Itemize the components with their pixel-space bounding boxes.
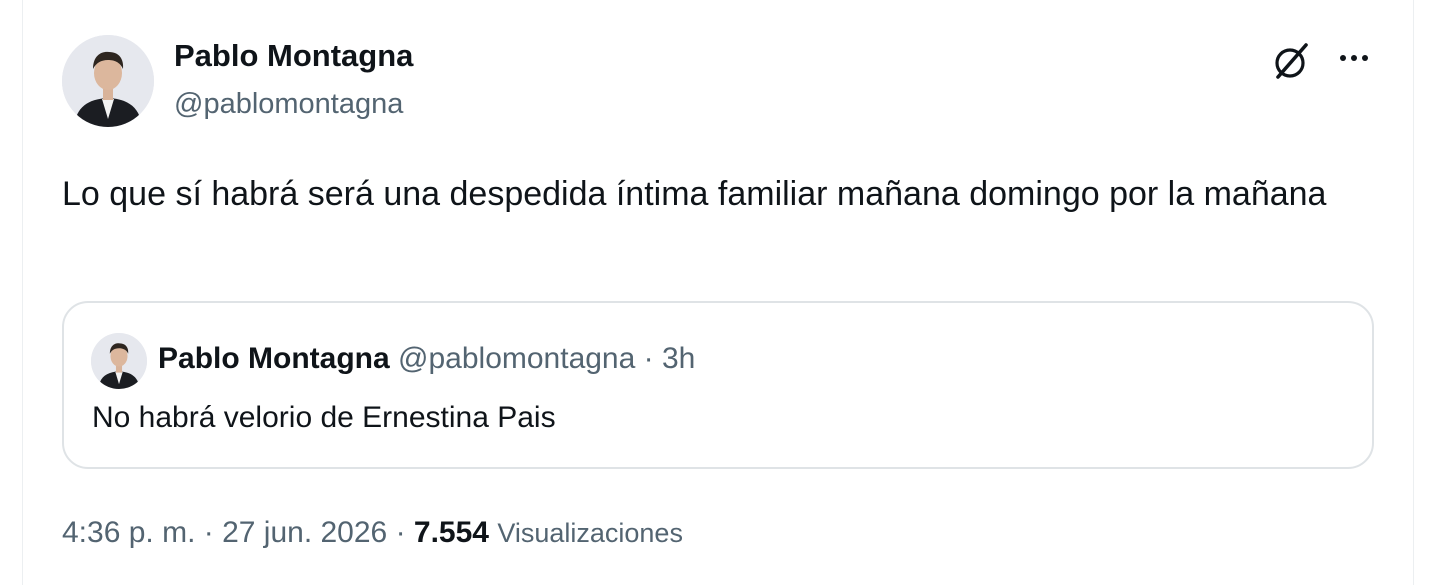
quoted-author-handle: @pablomontagna · 3h (398, 342, 695, 375)
quoted-tweet-age: 3h (661, 342, 696, 375)
quoted-tweet-header: Pablo Montagna @pablomontagna · 3h (158, 342, 695, 376)
quoted-tweet-text: No habrá velorio de Ernestina Pais (92, 401, 556, 434)
author-avatar[interactable] (62, 35, 154, 127)
tweet-time[interactable]: 4:36 p. m. (62, 516, 195, 549)
quoted-author-name[interactable]: Pablo Montagna (158, 342, 390, 375)
more-options-icon[interactable] (1334, 40, 1378, 76)
author-handle[interactable]: @pablomontagna (174, 88, 403, 121)
quoted-separator: · (635, 342, 662, 375)
tweet-footer: 4:36 p. m. · 27 jun. 2026 · 7.554 Visual… (62, 516, 683, 550)
views-label: Visualizaciones (497, 518, 683, 548)
footer-separator: · (195, 516, 223, 549)
author-name[interactable]: Pablo Montagna (174, 38, 413, 74)
quoted-tweet[interactable]: Pablo Montagna @pablomontagna · 3h No ha… (62, 301, 1374, 469)
quoted-author-avatar[interactable] (91, 333, 147, 389)
views-count: 7.554 (413, 516, 489, 549)
footer-separator: · (387, 516, 414, 549)
person-photo-icon (91, 333, 147, 389)
quoted-handle-text: @pablomontagna (398, 342, 636, 375)
tweet-text: Lo que sí habrá será una despedida íntim… (62, 175, 1327, 213)
tweet-date[interactable]: 27 jun. 2026 (222, 516, 387, 549)
grok-icon[interactable] (1270, 40, 1314, 84)
person-photo-icon (62, 35, 154, 127)
